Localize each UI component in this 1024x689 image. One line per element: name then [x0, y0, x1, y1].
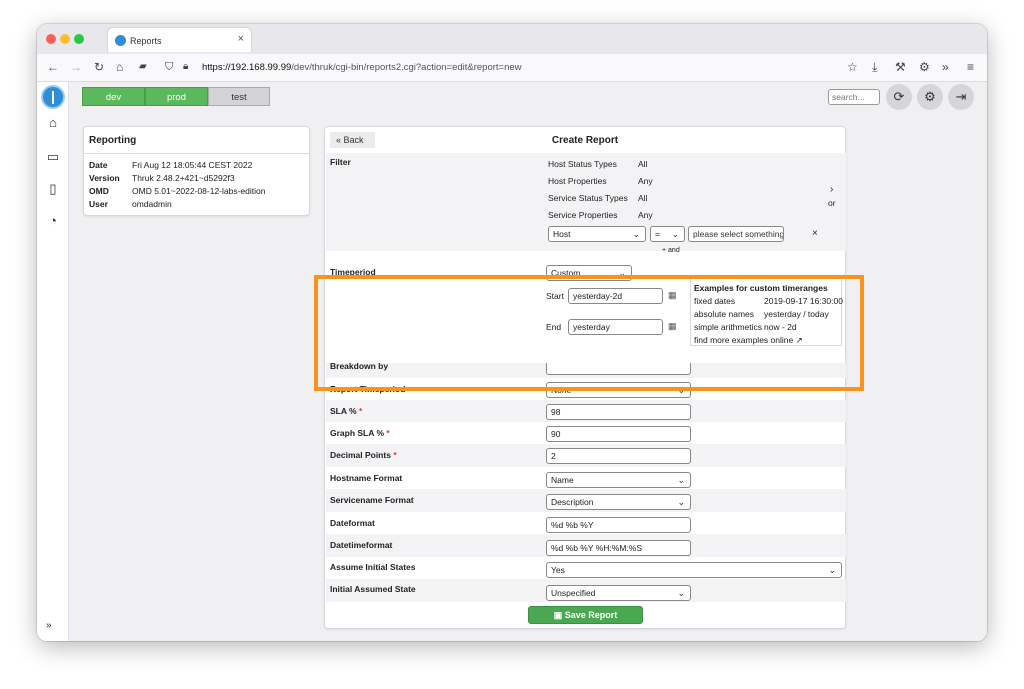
graph-sla-row: Graph SLA % * 90	[326, 422, 846, 444]
sla-row: SLA % * 98	[326, 400, 846, 422]
logout-icon[interactable]: ⇥	[948, 84, 974, 110]
filter-label: Filter	[330, 157, 351, 167]
initial-assumed-state-row: Initial Assumed State Unspecified ⌄	[326, 579, 846, 602]
home-icon[interactable]: ⌂	[116, 60, 123, 74]
required-marker: *	[358, 406, 363, 416]
minimize-window-button[interactable]	[60, 34, 70, 44]
search-input[interactable]	[828, 89, 880, 105]
hostname-format-row: Hostname Format Name ⌄	[326, 467, 846, 489]
thruk-logo-icon[interactable]	[41, 85, 65, 109]
tab-title: Reports	[130, 36, 162, 46]
thruk-app: ⌂ ▭ ▯ ◔ » dev prod test ⟳ ⚙ ⇥ Reporting …	[37, 82, 987, 641]
chevron-down-icon: ⌄	[677, 588, 685, 598]
reload-icon[interactable]: ↻	[94, 60, 104, 74]
settings-gear-icon[interactable]: ⚙	[919, 60, 930, 74]
zoom-window-button[interactable]	[74, 34, 84, 44]
title-bar: Reports ×	[37, 24, 987, 54]
bookmark-star-icon[interactable]: ☆	[847, 60, 858, 74]
wrench-icon[interactable]: ⚒	[895, 60, 906, 74]
filter-operator-select[interactable]: = ⌄	[650, 226, 685, 242]
overflow-chevrons-icon[interactable]: »	[942, 60, 949, 74]
datetimeformat-row: Datetimeformat %d %b %Y %H:%M:%S	[326, 534, 846, 557]
assume-initial-states-select[interactable]: Yes ⌄	[546, 562, 842, 578]
sidebar: ⌂ ▭ ▯ ◔ »	[37, 82, 69, 641]
gauge-nav-icon[interactable]: ◔	[45, 214, 61, 228]
extension-icon[interactable]: ▰	[139, 60, 147, 74]
browser-tab[interactable]: Reports ×	[107, 27, 252, 52]
expand-sidebar-icon[interactable]: »	[46, 620, 52, 631]
home-nav-icon[interactable]: ⌂	[45, 116, 61, 130]
chevron-down-icon: ⌄	[677, 475, 685, 485]
graph-sla-input[interactable]: 90	[546, 426, 691, 442]
url-host: https://192.168.99.99	[202, 62, 292, 73]
required-marker: *	[393, 450, 397, 460]
chevron-down-icon: ⌄	[632, 229, 640, 239]
filter-row: Filter Host Status Types All Host Proper…	[326, 153, 846, 254]
env-button-prod[interactable]: prod	[145, 87, 208, 106]
remove-filter-icon[interactable]: ×	[812, 228, 818, 239]
chevron-down-icon: ⌄	[828, 565, 836, 575]
filter-field-select[interactable]: Host ⌄	[548, 226, 646, 242]
gear-icon[interactable]: ⚙	[917, 84, 943, 110]
url-path: /dev/thruk/cgi-bin/reports2.cgi?action=e…	[291, 62, 522, 73]
address-field[interactable]: https://192.168.99.99/dev/thruk/cgi-bin/…	[202, 62, 522, 73]
env-button-test[interactable]: test	[208, 87, 270, 106]
or-arrow-icon[interactable]: ›	[830, 184, 833, 195]
required-marker: *	[386, 428, 390, 438]
initial-assumed-state-select[interactable]: Unspecified ⌄	[546, 585, 691, 601]
or-label[interactable]: or	[828, 198, 836, 208]
sla-input[interactable]: 98	[546, 404, 691, 420]
filter-value-input[interactable]: please select something	[688, 226, 784, 242]
book-nav-icon[interactable]: ▯	[45, 182, 61, 196]
chevron-down-icon: ⌄	[671, 229, 679, 239]
browser-window: Reports × ← → ↻ ⌂ ▰ ⛉ 🔒︎ https://192.168…	[37, 24, 987, 641]
env-button-dev[interactable]: dev	[82, 87, 145, 106]
datetimeformat-input[interactable]: %d %b %Y %H:%M:%S	[546, 540, 691, 556]
divider	[84, 153, 309, 154]
save-report-button[interactable]: ▣ Save Report	[528, 606, 643, 624]
thruk-favicon-icon	[115, 35, 126, 46]
url-bar: ← → ↻ ⌂ ▰ ⛉ 🔒︎ https://192.168.99.99/dev…	[37, 54, 987, 82]
forward-arrow-icon[interactable]: →	[70, 60, 82, 74]
decimal-points-row: Decimal Points * 2	[326, 444, 846, 467]
refresh-icon[interactable]: ⟳	[886, 84, 912, 110]
download-icon[interactable]: ⤓	[872, 60, 877, 74]
save-icon: ▣	[553, 610, 563, 620]
page-title: Create Report	[551, 135, 619, 146]
assume-initial-states-row: Assume Initial States Yes ⌄	[326, 557, 846, 579]
chevron-down-icon: ⌄	[677, 497, 685, 507]
reporting-info-panel: Reporting Date Fri Aug 12 18:05:44 CEST …	[83, 126, 310, 216]
timeperiod-highlight-box	[314, 275, 864, 391]
monitor-nav-icon[interactable]: ▭	[45, 150, 61, 164]
lock-icon[interactable]: 🔒︎	[183, 60, 188, 74]
hostname-format-select[interactable]: Name ⌄	[546, 472, 691, 488]
tab-close-icon[interactable]: ×	[238, 33, 244, 45]
back-arrow-icon[interactable]: ←	[47, 60, 59, 74]
dateformat-row: Dateformat %d %b %Y	[326, 512, 846, 534]
servicename-format-row: Servicename Format Description ⌄	[326, 489, 846, 512]
panel-title: Reporting	[89, 135, 137, 146]
decimal-points-input[interactable]: 2	[546, 448, 691, 464]
servicename-format-select[interactable]: Description ⌄	[546, 494, 691, 510]
shield-icon[interactable]: ⛉	[165, 60, 173, 74]
close-window-button[interactable]	[46, 34, 56, 44]
menu-icon[interactable]: ≡	[967, 60, 974, 74]
dateformat-input[interactable]: %d %b %Y	[546, 517, 691, 533]
